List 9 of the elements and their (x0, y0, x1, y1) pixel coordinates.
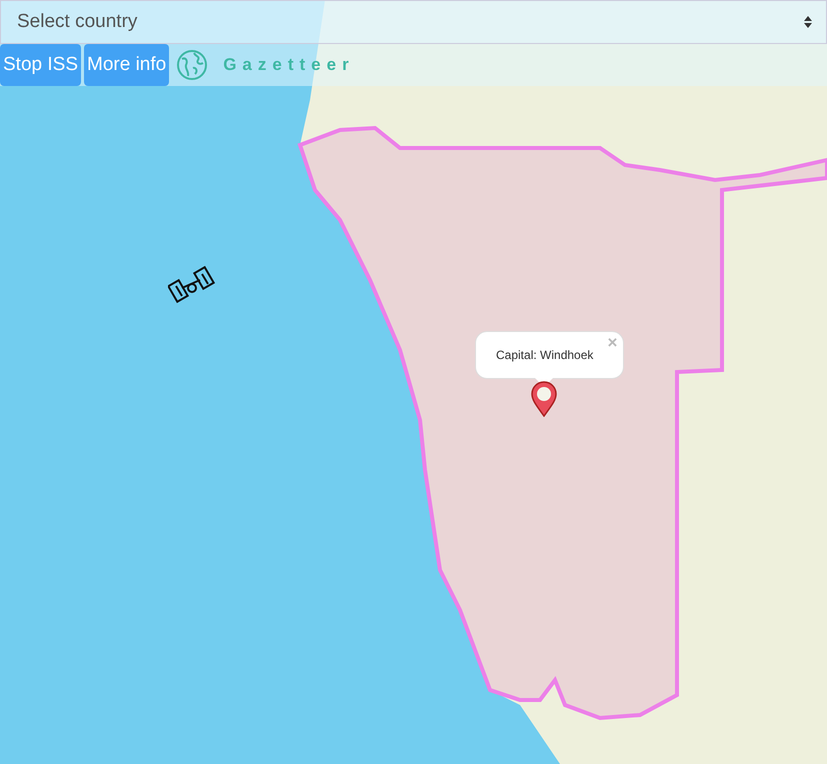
country-select[interactable]: Select country (0, 0, 827, 44)
popup-text: Capital: Windhoek (496, 348, 594, 362)
map-button[interactable]: More info (84, 44, 170, 86)
sort-arrows-icon (804, 16, 812, 28)
close-button[interactable]: × (607, 333, 618, 353)
map-button[interactable]: Stop ISS (0, 44, 81, 86)
app-title: Gazetteer (223, 55, 355, 75)
globe-icon (176, 49, 208, 81)
map-pin-icon (530, 381, 558, 417)
